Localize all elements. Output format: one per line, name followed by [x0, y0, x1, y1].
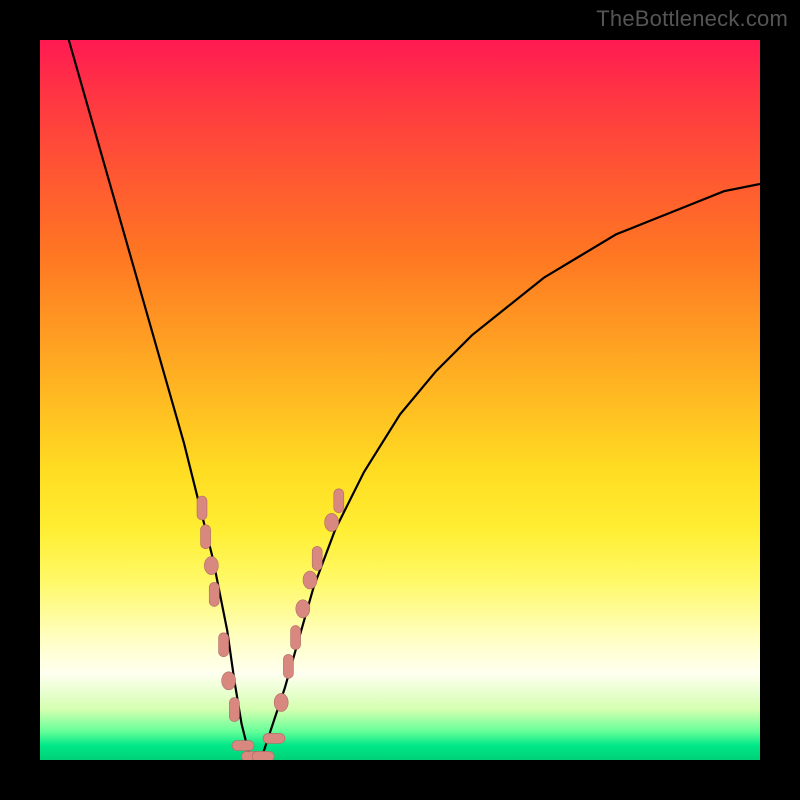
curve-marker	[201, 525, 211, 549]
curve-marker	[283, 654, 293, 678]
curve-marker	[274, 693, 288, 711]
curve-marker	[229, 698, 239, 722]
curve-marker	[291, 626, 301, 650]
curve-marker	[312, 546, 322, 570]
curve-marker	[209, 582, 219, 606]
curve-marker	[296, 600, 310, 618]
chart-frame: TheBottleneck.com	[0, 0, 800, 800]
curve-marker	[204, 557, 218, 575]
curve-marker	[252, 751, 274, 760]
curve-marker	[263, 733, 285, 743]
watermark-label: TheBottleneck.com	[596, 6, 788, 32]
curve-marker	[232, 741, 254, 751]
plot-area	[40, 40, 760, 760]
curve-marker	[303, 571, 317, 589]
curve-markers	[197, 489, 344, 760]
bottleneck-chart-svg	[40, 40, 760, 760]
curve-marker	[222, 672, 236, 690]
curve-marker	[197, 496, 207, 520]
bottleneck-curve	[69, 40, 760, 760]
curve-marker	[325, 513, 339, 531]
curve-marker	[219, 633, 229, 657]
curve-marker	[334, 489, 344, 513]
